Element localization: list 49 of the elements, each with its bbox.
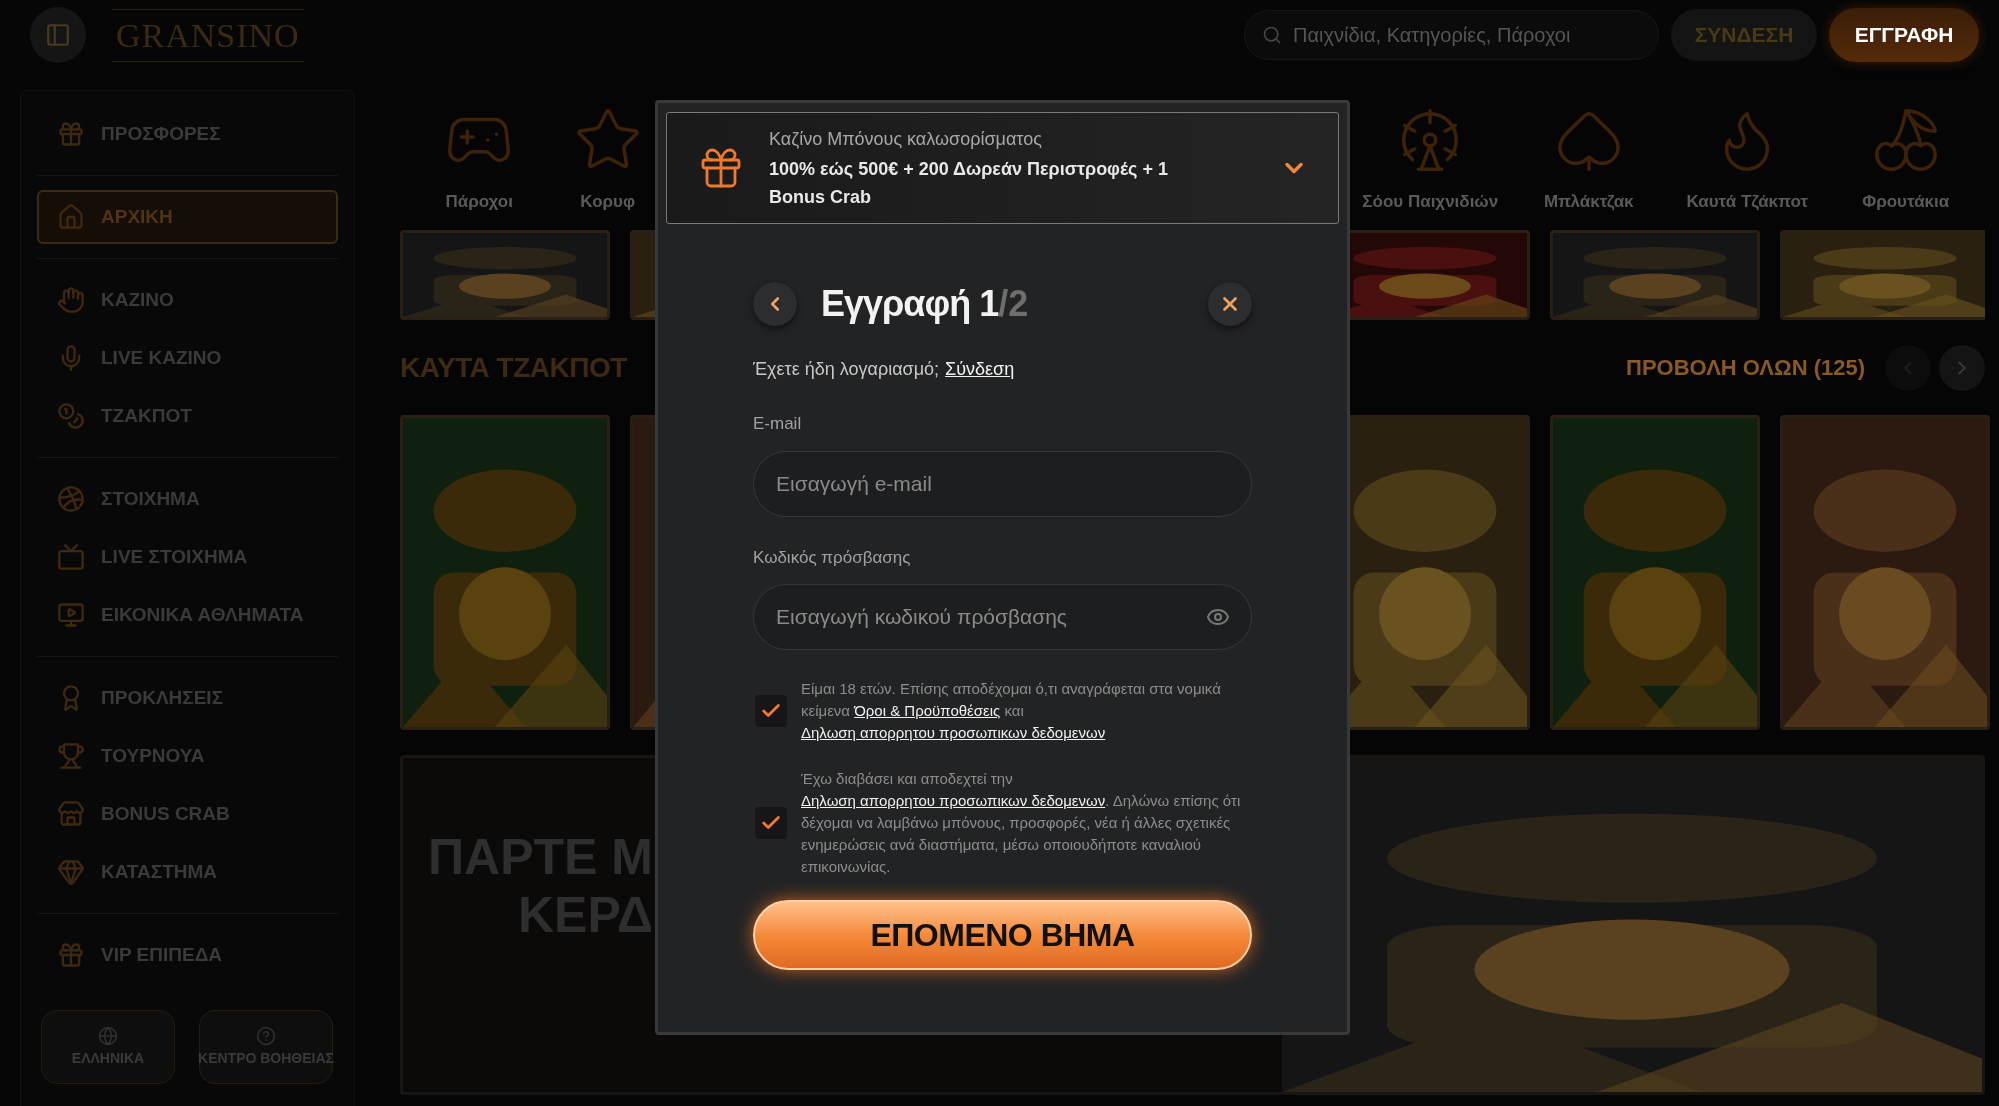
- policy-link[interactable]: Όροι & Προϋποθέσεις: [854, 702, 1001, 719]
- section-title: ΚΑΥΤΑ ΤΖΑΚΠΟΤ: [400, 350, 627, 385]
- field-label: Κωδικός πρόσβασης: [753, 546, 912, 569]
- search-icon: [1262, 25, 1282, 45]
- previous-button[interactable]: [1885, 344, 1931, 391]
- ball-icon: [57, 485, 85, 513]
- step-total: /2: [998, 282, 1029, 326]
- checkbox[interactable]: [755, 695, 787, 727]
- register-button[interactable]: ΕΓΓΡΑΦΗ: [1829, 8, 1979, 62]
- bonus-label: Καζίνο Μπόνους καλωσορίσματος: [769, 127, 1043, 151]
- category-label[interactable]: Καυτά Τζάκποτ: [1686, 189, 1809, 215]
- back-button[interactable]: [753, 282, 797, 326]
- checkbox[interactable]: [755, 807, 787, 839]
- gift-icon: [57, 120, 85, 148]
- trophy-icon: [57, 742, 85, 770]
- policy-link[interactable]: Δηλωση απορρητου προσωπικων δεδομενων: [801, 792, 1106, 809]
- view-all-link[interactable]: ΠΡΟΒΟΛΗ ΟΛΩΝ (125): [1626, 351, 1865, 384]
- login-link[interactable]: Σύνδεση: [945, 356, 1015, 383]
- coins-icon: [57, 402, 85, 430]
- consent-text: Έχω διαβάσει και αποδεχτεί την Δηλωση απορρητου προσωπικων δεδομενων. Δηλώνω επίσης ότι δέχομαι να λαμβάνω μπόνους, προσφορές, νέα ή άλλες σχετικές ενημερώσεις ανά διαστήματα, μέσω οποιουδήποτε καναλιού επικοινωνίας.: [801, 769, 1242, 877]
- store-icon: [57, 800, 85, 828]
- category-label[interactable]: Σόου Παιχνιδιών: [1362, 189, 1499, 215]
- category-label[interactable]: Πάροχοι: [445, 189, 513, 215]
- sidebar-item[interactable]: ΑΡΧΙΚΗ: [37, 190, 338, 244]
- tv-icon: [57, 543, 85, 571]
- login-prompt: Έχετε ήδη λογαριασμό;: [753, 358, 940, 381]
- home-icon: [57, 203, 85, 231]
- category-label[interactable]: Κορυφ: [580, 189, 636, 215]
- next-button[interactable]: [1939, 344, 1985, 391]
- monitor-icon: [57, 601, 85, 629]
- bonus-offer: 100% εώς 500€ + 200 Δωρεάν Περιστροφές + 1 Bonus Crab: [769, 157, 1169, 209]
- next-step-button[interactable]: ΕΠΟΜΕΝΟ ΒΗΜΑ: [753, 900, 1252, 970]
- close-button[interactable]: [1208, 282, 1252, 326]
- search-field[interactable]: Παιχνίδια, Κατηγορίες, Πάροχοι: [1244, 10, 1659, 60]
- bonus-card[interactable]: Καζίνο Μπόνους καλωσορίσματος 100% εώς 500€ + 200 Δωρεάν Περιστροφές + 1 Bonus Crab: [666, 112, 1339, 224]
- globe-icon: [98, 1025, 118, 1046]
- gem-icon: [57, 858, 85, 886]
- policy-link[interactable]: Δηλωση απορρητου προσωπικων δεδομενων: [801, 724, 1106, 741]
- gift-icon: [57, 941, 85, 969]
- category-label[interactable]: Μπλάκτζακ: [1543, 189, 1634, 215]
- sidebar-icon: [45, 22, 71, 48]
- password-field[interactable]: Εισαγωγή κωδικού πρόσβασης: [753, 584, 1252, 650]
- email-field[interactable]: Εισαγωγή e-mail: [753, 450, 1252, 517]
- consent-text: Είμαι 18 ετών. Επίσης αποδέχομαι ό,τι αναγράφεται στα νομικά κείμενα Όροι & Προϋποθέσεις και Δηλωση απορρητου προσωπικων δεδομενων: [801, 679, 1222, 743]
- help-icon: [256, 1025, 276, 1046]
- field-label: E-mail: [753, 413, 803, 435]
- dialog-title: Εγγραφή 1: [821, 282, 999, 326]
- hand-icon: [57, 286, 85, 314]
- category-label[interactable]: Φρουτάκια: [1862, 189, 1950, 215]
